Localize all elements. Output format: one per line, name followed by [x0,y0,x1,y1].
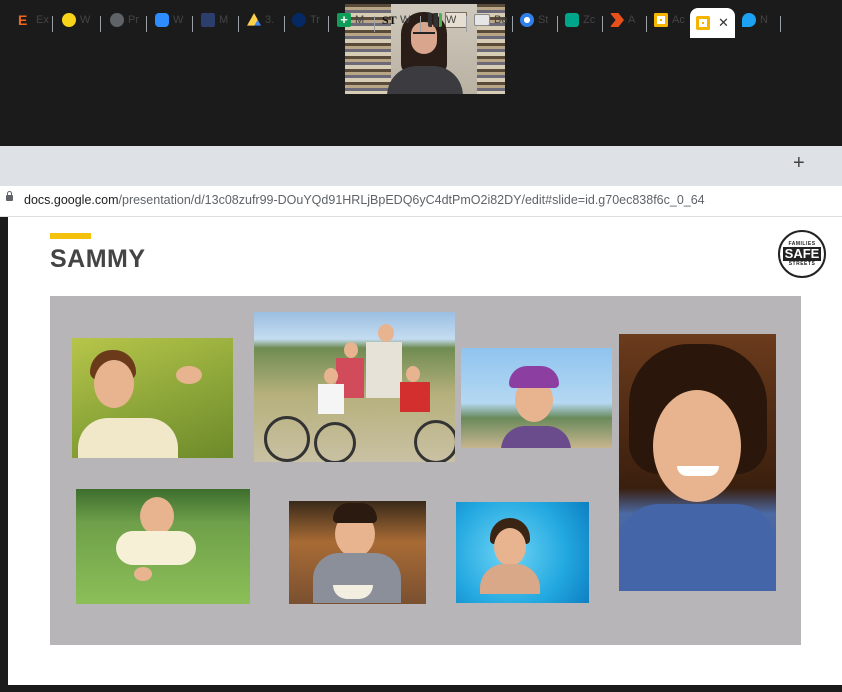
tab-globe[interactable]: Pr [110,10,139,30]
twitter-icon [742,13,756,27]
wsj-icon: ST [382,13,397,27]
tab-separator [512,16,513,32]
tab-zapier[interactable]: Zc [565,10,595,30]
slide-title[interactable]: SAMMY [50,245,146,274]
browser-tab-strip [0,146,842,186]
url-path: /presentation/d/13c08zufr99-DOuYQd91HRLj… [118,193,705,207]
photo-boy-at-table-with-bowl[interactable] [289,501,426,604]
tab-sun[interactable]: St [520,10,548,30]
tab-label: Ex [36,14,49,26]
lock-icon[interactable] [6,191,13,201]
tab-label: Pr [128,14,139,26]
tab-slides-active[interactable]: ✕ [690,8,735,38]
title-accent-bar [50,233,91,239]
photo-boy-with-purple-cap[interactable] [461,348,612,448]
zapier-icon [565,13,579,27]
new-tab-button[interactable]: + [793,152,805,175]
tab-zoom[interactable]: W [155,10,183,30]
tab-separator [602,16,603,32]
tab-mail[interactable]: Be [474,10,507,30]
tab-label: N [760,14,768,26]
zoom-icon [155,13,169,27]
person-glasses [413,32,435,39]
tab-label: W [173,14,184,26]
tab-label: W [400,14,411,26]
logo-bottom-text: STREETS [788,261,816,267]
tab-separator [374,16,375,32]
tab-lt[interactable]: W [62,10,90,30]
guardian-icon [292,13,306,27]
tab-separator [52,16,53,32]
plus-square-icon: + [337,13,351,27]
globe-icon [110,13,124,27]
tab-etsy[interactable]: E Ex [18,10,49,30]
tab-label: W [446,14,457,26]
tab-separator [284,16,285,32]
tab-label: Ac [672,14,685,26]
tab-chevron[interactable]: A [610,10,635,30]
close-icon[interactable]: ✕ [718,15,729,31]
slides-icon [654,13,668,27]
tab-label: Be [494,14,508,26]
slides-icon [696,16,710,30]
slide-left-edge [0,217,8,685]
tab-label: St [538,14,549,26]
google-drive-icon [247,13,261,26]
etsy-icon: E [18,12,28,28]
tab-label: A [628,14,636,26]
tab-separator [238,16,239,32]
tab-separator [646,16,647,32]
tab-slides[interactable]: Ac [654,10,685,30]
window-bottom-bar [0,686,842,692]
tab-separator [420,16,421,32]
url-text[interactable]: docs.google.com/presentation/d/13c08zufr… [24,193,705,207]
tab-plus[interactable]: + M [337,10,364,30]
photo-baby-crawling-on-lawn[interactable] [76,489,250,604]
chart-icon [428,13,442,27]
photo-smiling-boy-portrait[interactable] [619,334,776,591]
tab-label: M [355,14,365,26]
chevron-icon [610,13,624,27]
logo-main-text: SAFE [782,246,822,261]
tab-google-drive[interactable]: 3. [247,10,274,30]
tab-separator [192,16,193,32]
building-icon [201,13,215,27]
tab-separator [466,16,467,32]
address-bar[interactable]: docs.google.com/presentation/d/13c08zufr… [0,186,842,217]
tab-label: Tr [310,14,320,26]
tab-twitter[interactable]: N [742,10,768,30]
tab-wsj[interactable]: ST W [382,10,410,30]
tab-separator [146,16,147,32]
tab-label: W [80,14,91,26]
tab-separator [328,16,329,32]
tab-label: 3. [265,14,275,26]
sun-icon [520,13,534,27]
tab-separator [100,16,101,32]
tab-guardian[interactable]: Tr [292,10,320,30]
lt-icon [62,13,76,27]
tab-separator [557,16,558,32]
tab-label: M [219,14,229,26]
photo-family-with-bicycles-on-beach[interactable] [254,312,455,462]
url-host: docs.google.com [24,193,119,207]
tab-chart[interactable]: W [428,10,456,30]
tab-separator [780,16,781,32]
families-for-safe-streets-logo: FAMILIES SAFE STREETS [778,230,826,278]
person-body [387,66,463,94]
photo-boy-in-swimming-pool[interactable] [456,502,589,603]
tab-building[interactable]: M [201,10,228,30]
photo-toddler-in-grass[interactable] [72,338,233,458]
tab-label: Zc [583,14,596,26]
mail-icon [474,14,490,26]
